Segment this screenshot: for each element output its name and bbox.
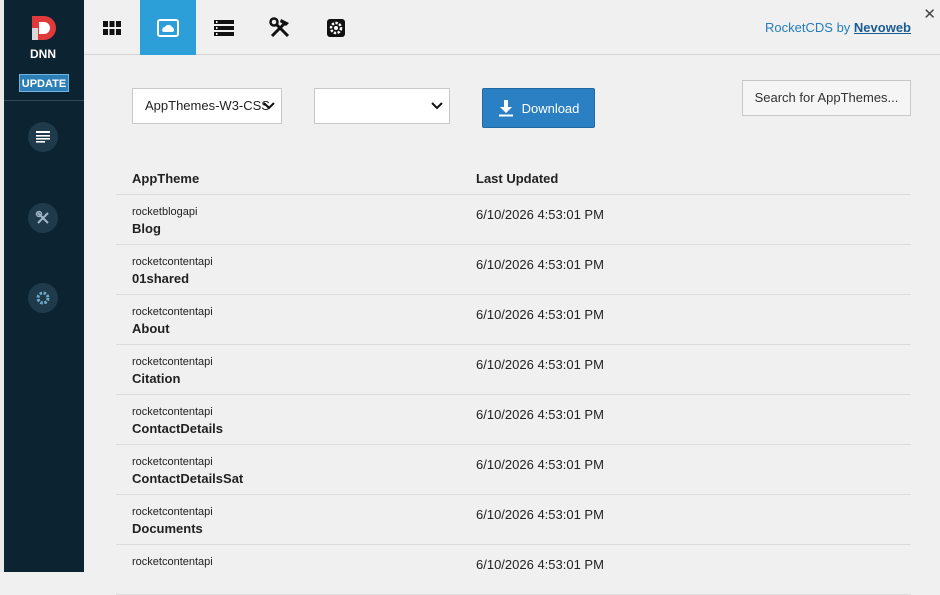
nevoweb-link[interactable]: Nevoweb xyxy=(854,20,911,35)
dnn-logo: DNN xyxy=(30,16,56,60)
download-label: Download xyxy=(521,100,580,116)
table-row[interactable]: rocketcontentapi Documents 6/10/2026 4:5… xyxy=(116,495,911,545)
dashboard-grid-icon xyxy=(103,20,121,35)
tab-settings[interactable] xyxy=(308,0,364,55)
table-row[interactable]: rocketcontentapi ContactDetails 6/10/202… xyxy=(116,395,911,445)
row-name: Blog xyxy=(132,221,161,236)
row-updated: 6/10/2026 4:53:01 PM xyxy=(476,457,604,472)
table-row[interactable]: rocketcontentapi 6/10/2026 4:53:01 PM xyxy=(116,545,911,595)
row-name: Documents xyxy=(132,521,203,536)
list-icon xyxy=(214,19,234,36)
tab-list[interactable] xyxy=(196,0,252,55)
tab-dashboard[interactable] xyxy=(84,0,140,55)
row-system: rocketblogapi xyxy=(132,206,198,218)
tools-icon[interactable] xyxy=(28,203,58,233)
table-row[interactable]: rocketcontentapi Citation 6/10/2026 4:53… xyxy=(116,345,911,395)
row-name: ContactDetailsSat xyxy=(132,471,244,486)
content-icon[interactable] xyxy=(28,122,58,152)
download-icon xyxy=(498,100,513,117)
row-system: rocketcontentapi xyxy=(132,356,213,368)
chevron-down-icon xyxy=(431,102,443,110)
row-updated: 6/10/2026 4:53:01 PM xyxy=(476,357,604,372)
apptheme-select[interactable]: AppThemes-W3-CSS xyxy=(132,88,282,124)
update-button[interactable]: UPDATE xyxy=(19,74,69,92)
row-system: rocketcontentapi xyxy=(132,456,213,468)
row-system: rocketcontentapi xyxy=(132,506,213,518)
settings-icon xyxy=(327,18,345,37)
secondary-select[interactable] xyxy=(314,88,450,124)
tab-tools[interactable] xyxy=(252,0,308,55)
search-appthemes-button[interactable]: Search for AppThemes... xyxy=(742,80,911,116)
cloud-icon xyxy=(157,18,179,37)
row-system: rocketcontentapi xyxy=(132,256,213,268)
column-header-last-updated: Last Updated xyxy=(476,171,559,186)
brand-prefix: RocketCDS by xyxy=(765,20,854,35)
top-toolbar: RocketCDS by Nevoweb ✕ xyxy=(84,0,940,55)
close-icon[interactable]: ✕ xyxy=(923,5,936,23)
settings-icon[interactable] xyxy=(28,283,58,313)
table-row[interactable]: rocketblogapi Blog 6/10/2026 4:53:01 PM xyxy=(116,195,911,245)
row-updated: 6/10/2026 4:53:01 PM xyxy=(476,307,604,322)
row-name: About xyxy=(132,321,170,336)
download-button[interactable]: Download xyxy=(482,88,595,128)
brand-text: RocketCDS by Nevoweb xyxy=(765,20,911,35)
row-name: Citation xyxy=(132,371,181,386)
tab-cloud[interactable] xyxy=(140,0,196,55)
tools-icon xyxy=(269,16,290,37)
row-updated: 6/10/2026 4:53:01 PM xyxy=(476,557,604,572)
row-system: rocketcontentapi xyxy=(132,406,213,418)
table-row[interactable]: rocketcontentapi About 6/10/2026 4:53:01… xyxy=(116,295,911,345)
table-row[interactable]: rocketcontentapi 01shared 6/10/2026 4:53… xyxy=(116,245,911,295)
column-header-apptheme: AppTheme xyxy=(132,171,200,186)
row-updated: 6/10/2026 4:53:01 PM xyxy=(476,507,604,522)
row-system: rocketcontentapi xyxy=(132,556,213,568)
svg-text:DNN: DNN xyxy=(30,47,56,60)
row-name: 01shared xyxy=(132,271,190,286)
row-updated: 6/10/2026 4:53:01 PM xyxy=(476,407,604,422)
sidebar-divider xyxy=(4,100,84,101)
apptheme-select-value: AppThemes-W3-CSS xyxy=(145,98,270,113)
row-updated: 6/10/2026 4:53:01 PM xyxy=(476,257,604,272)
table-row[interactable]: rocketcontentapi ContactDetailsSat 6/10/… xyxy=(116,445,911,495)
row-name: ContactDetails xyxy=(132,421,224,436)
row-system: rocketcontentapi xyxy=(132,306,213,318)
chevron-down-icon xyxy=(263,102,275,110)
row-updated: 6/10/2026 4:53:01 PM xyxy=(476,207,604,222)
sidebar: DNN UPDATE xyxy=(4,0,84,572)
